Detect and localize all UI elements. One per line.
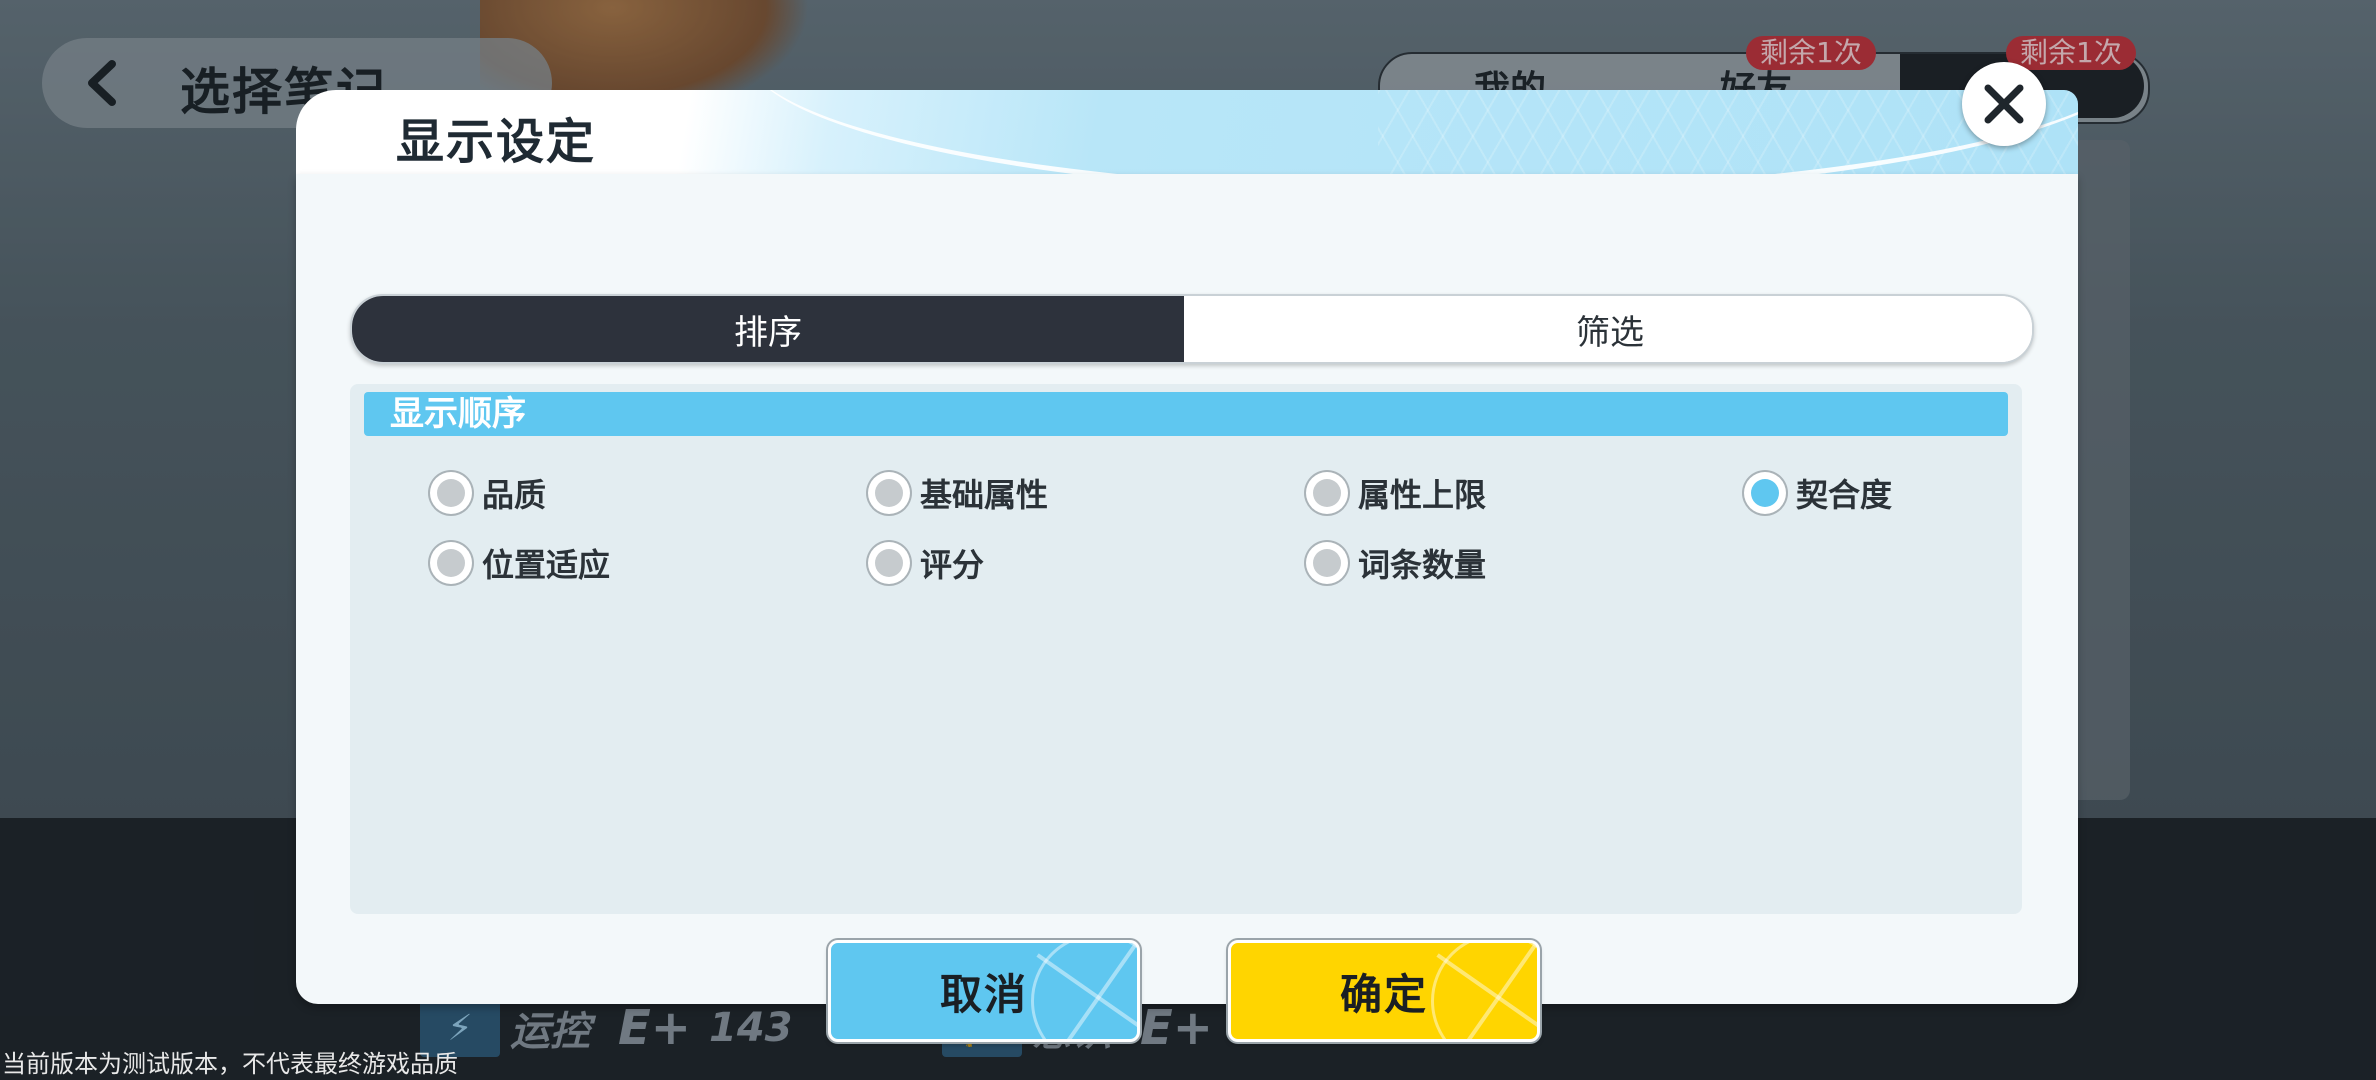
sort-filter-tabs: 排序 筛选 <box>350 294 2034 364</box>
option-label: 位置适应 <box>482 546 611 584</box>
display-settings-dialog: 显示设定 排序 筛选 显示顺序 品质 基础属性 属性上限 契合度 位置适应 评分… <box>296 90 2078 1042</box>
option-label: 契合度 <box>1796 476 1893 514</box>
option-quality[interactable]: 品质 <box>430 468 546 518</box>
sort-options-panel: 显示顺序 品质 基础属性 属性上限 契合度 位置适应 评分 词条数量 <box>350 384 2022 914</box>
radio-button[interactable] <box>1306 472 1348 514</box>
radio-button[interactable] <box>868 542 910 584</box>
confirm-button[interactable]: 确定 <box>1228 940 1540 1042</box>
option-position-fit[interactable]: 位置适应 <box>430 538 610 588</box>
radio-button[interactable] <box>430 472 472 514</box>
option-compatibility[interactable]: 契合度 <box>1744 468 1892 518</box>
radio-button[interactable] <box>1306 542 1348 584</box>
dialog-title: 显示设定 <box>396 114 597 170</box>
dialog-header: 显示设定 <box>296 90 2078 182</box>
version-watermark: 当前版本为测试版本，不代表最终游戏品质 <box>2 1050 458 1078</box>
option-attribute-cap[interactable]: 属性上限 <box>1306 468 1486 518</box>
tab-filter[interactable]: 筛选 <box>1188 296 2032 362</box>
close-icon <box>1984 84 2024 124</box>
section-header: 显示顺序 <box>364 392 2008 436</box>
option-entry-count[interactable]: 词条数量 <box>1306 538 1486 588</box>
option-rating[interactable]: 评分 <box>868 538 984 588</box>
confirm-label: 确定 <box>1339 969 1428 1019</box>
option-base-attributes[interactable]: 基础属性 <box>868 468 1048 518</box>
option-label: 品质 <box>482 476 547 514</box>
cancel-label: 取消 <box>939 969 1028 1019</box>
close-button[interactable] <box>1962 62 2046 146</box>
radio-button-selected[interactable] <box>1744 472 1786 514</box>
radio-button[interactable] <box>430 542 472 584</box>
option-label: 评分 <box>920 546 985 584</box>
section-title: 显示顺序 <box>390 394 526 434</box>
option-label: 基础属性 <box>920 476 1049 514</box>
tab-sort[interactable]: 排序 <box>352 296 1184 362</box>
option-label: 属性上限 <box>1358 476 1487 514</box>
cancel-button[interactable]: 取消 <box>828 940 1140 1042</box>
dialog-body: 排序 筛选 显示顺序 品质 基础属性 属性上限 契合度 位置适应 评分 词条数量… <box>296 174 2078 1042</box>
radio-button[interactable] <box>868 472 910 514</box>
option-label: 词条数量 <box>1358 546 1487 584</box>
